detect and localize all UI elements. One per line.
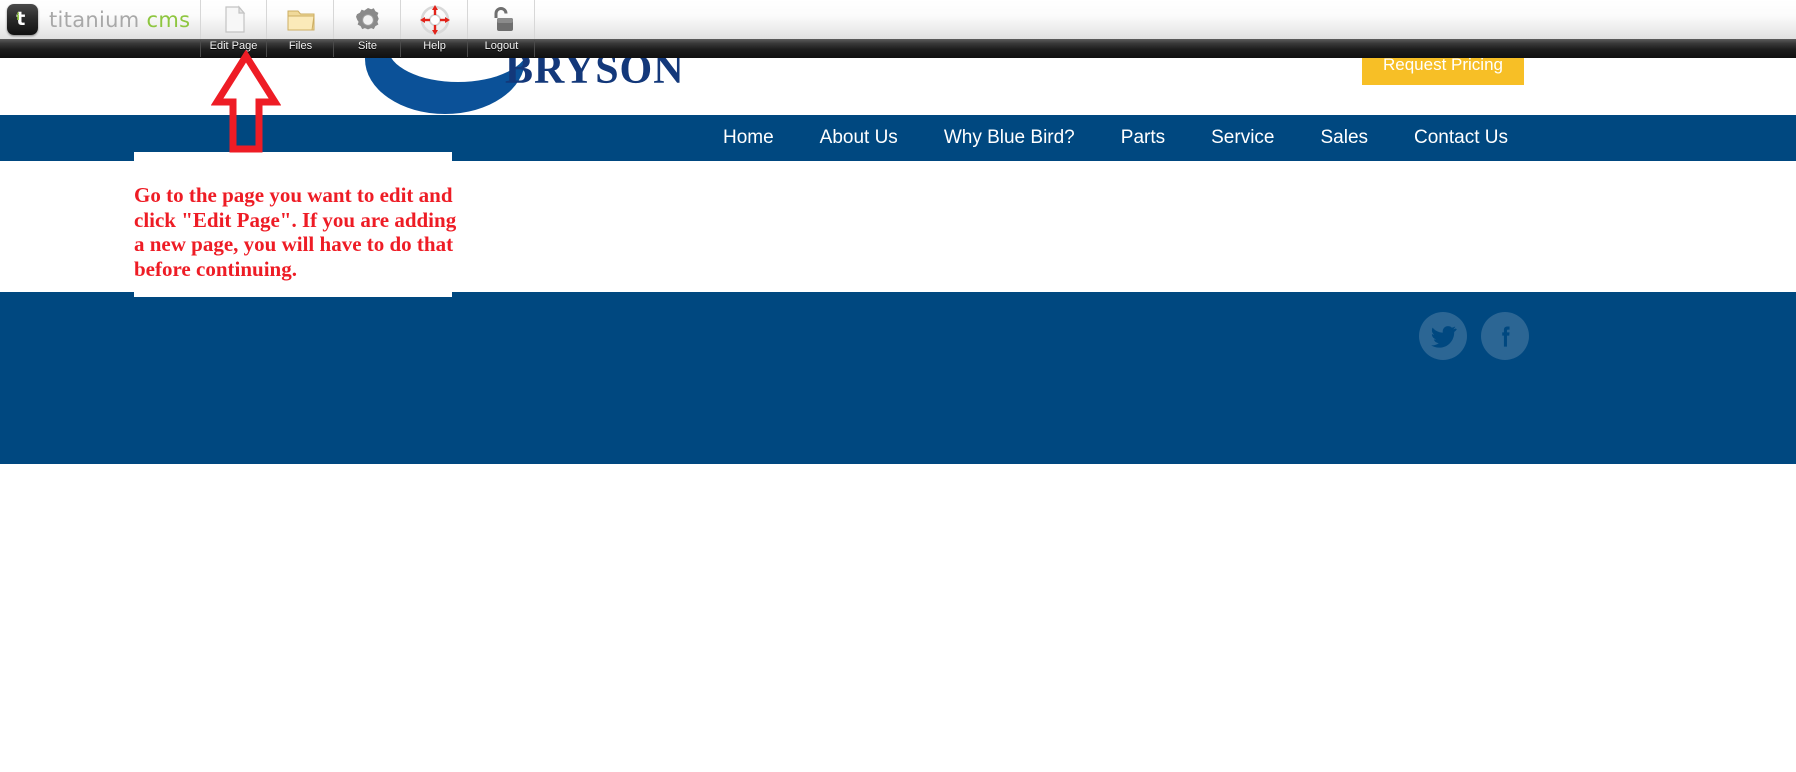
nav-item-parts[interactable]: Parts [1121,127,1165,149]
annotation-text: Go to the page you want to edit and clic… [134,183,457,281]
nav-item-contact-us[interactable]: Contact Us [1414,127,1508,149]
toolbar-label-help: Help [423,40,446,52]
toolbar-separator [534,0,535,39]
nav-item-why-blue-bird[interactable]: Why Blue Bird? [944,127,1075,149]
gear-icon [334,3,401,36]
nav-item-about-us[interactable]: About Us [820,127,898,149]
toolbar-item-files[interactable]: Files [267,0,334,58]
badge-accent-dot: i [16,12,20,23]
toolbar-label-site: Site [358,40,377,52]
titanium-badge-icon: ti [7,4,38,35]
site-footer [0,292,1796,464]
social-links [1419,312,1529,360]
toolbar-item-help[interactable]: Help [401,0,468,58]
website-preview: BRYSON Request Pricing Home About Us Why… [0,0,1796,772]
toolbar-item-site[interactable]: Site [334,0,401,58]
logo-wordmark: titanium cms [49,8,190,32]
toolbar-label-separator [534,40,535,57]
life-ring-icon [401,3,468,36]
nav-item-sales[interactable]: Sales [1320,127,1368,149]
toolbar-item-logout[interactable]: Logout [468,0,535,58]
nav-item-service[interactable]: Service [1211,127,1274,149]
toolbar-label-edit-page: Edit Page [209,40,258,52]
folder-icon [267,3,334,36]
page-icon [200,3,267,36]
logo-word-titanium: titanium [49,7,140,32]
toolbar-item-edit-page[interactable]: Edit Page [200,0,267,58]
toolbar-label-files: Files [288,40,313,52]
titanium-cms-toolbar: ti titanium cms Edit Page Files Site Hel… [0,0,1796,58]
nav-items-wrap: Home About Us Why Blue Bird? Parts Servi… [362,115,1534,161]
twitter-icon[interactable] [1419,312,1467,360]
facebook-icon[interactable] [1481,312,1529,360]
toolbar-label-logout: Logout [484,40,519,52]
open-padlock-icon [468,3,535,36]
logo-word-cms: cms [146,7,191,32]
nav-item-home[interactable]: Home [723,127,774,149]
titanium-cms-logo[interactable]: ti titanium cms [0,0,200,39]
